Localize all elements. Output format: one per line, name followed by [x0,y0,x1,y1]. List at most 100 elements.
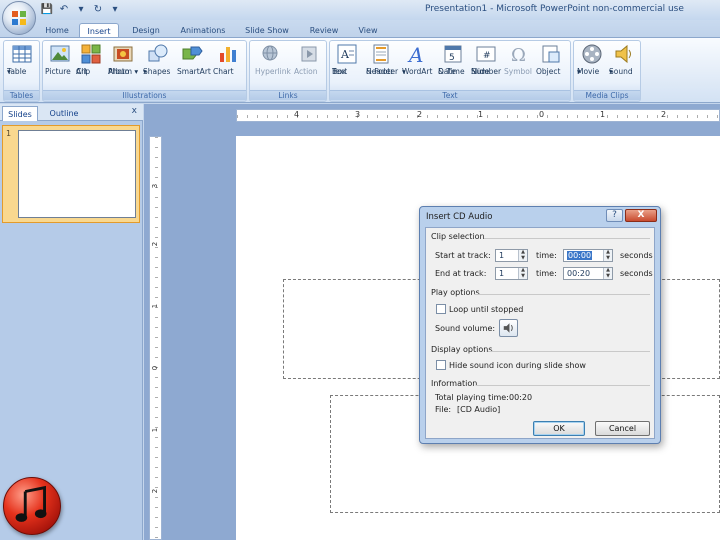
svg-text:A: A [340,48,350,61]
tab-view[interactable]: View [354,23,382,38]
slide-number-icon: # [476,46,496,62]
svg-text:5: 5 [449,53,455,63]
shapes-button[interactable]: Shapes ▾ [143,43,173,76]
sound-button[interactable]: Sound ▾ [609,43,639,76]
close-button[interactable]: X [625,209,657,222]
smartart-button[interactable]: SmartArt [177,43,211,76]
end-seconds-label: seconds [620,269,653,278]
text-box-icon: A [337,44,357,64]
slide-preview [18,130,136,218]
speaker-icon [615,44,631,64]
wordart-button[interactable]: A WordArt ▾ [402,43,432,76]
tab-slides[interactable]: Slides [2,106,38,121]
title-bar: 💾 ↶ ▾ ↻ ▾ Presentation1 - Microsoft Powe… [0,0,720,20]
svg-text:#: # [483,51,491,61]
section-display-options: Display options [431,345,493,354]
chart-icon [220,47,236,62]
action-button[interactable]: Action [294,43,324,76]
tab-animations[interactable]: Animations [177,23,229,38]
date-time-button[interactable]: 5 Date & Time [438,43,468,76]
file-value: [CD Audio] [457,405,501,414]
header-footer-button[interactable]: Header & Footer [366,43,398,76]
start-time-label: time: [536,251,557,260]
help-button[interactable]: ? [606,209,623,222]
hide-icon-checkbox[interactable] [436,360,446,370]
group-label-media-clips: Media Clips [574,90,640,100]
hyperlink-icon [262,45,278,61]
action-icon [301,46,317,62]
omega-icon: Ω [511,45,526,65]
ribbon-tabs: Home Insert Design Animations Slide Show… [0,20,720,38]
end-time-label: time: [536,269,557,278]
group-media-clips: Movie ▾ Sound ▾ Media Clips [573,40,641,102]
header-footer-icon [373,44,389,64]
volume-icon [503,323,513,333]
calendar-icon: 5 [444,45,462,63]
office-logo-icon [12,11,26,25]
loop-checkbox[interactable] [436,304,446,314]
table-icon [12,45,32,63]
tab-review[interactable]: Review [306,23,342,38]
group-text: A Text Box Header & Footer A WordArt ▾ 5… [329,40,571,102]
music-note-glyph [15,485,47,522]
sound-volume-button[interactable] [499,319,518,337]
photo-album-button[interactable]: Photo Album ▾ [108,43,138,76]
undo-dropdown-icon[interactable]: ▾ [74,3,88,16]
spinner-arrows-icon[interactable]: ▲ ▼ [603,267,612,279]
spinner-arrows-icon[interactable]: ▲ ▼ [603,249,612,261]
end-time-spinner[interactable]: 00:20 ▲ ▼ [563,267,613,280]
tab-insert[interactable]: Insert [79,23,119,38]
slide-thumbnail-1[interactable]: 1 [2,125,140,223]
clip-art-icon [81,44,101,64]
start-seconds-label: seconds [620,251,653,260]
music-note-icon [3,477,61,535]
dialog-body: Clip selection Start at track: 1 ▲ ▼ time… [425,227,655,439]
object-icon [542,45,560,63]
group-label-tables: Tables [4,90,39,100]
ribbon: Table ▾ Tables Picture Clip Art Photo Al… [0,37,720,103]
end-track-spinner[interactable]: 1 ▲ ▼ [495,267,528,280]
hyperlink-button[interactable]: Hyperlink [255,43,291,76]
total-time-label: Total playing time: [435,393,509,402]
start-track-label: Start at track: [435,251,491,260]
movie-button[interactable]: Movie ▾ [577,43,607,76]
tab-home[interactable]: Home [42,23,72,38]
quick-access-toolbar: 💾 ↶ ▾ ↻ ▾ [40,3,122,16]
undo-icon[interactable]: ↶ [57,3,71,16]
redo-icon[interactable]: ↻ [91,3,105,16]
tab-outline[interactable]: Outline [42,106,86,121]
object-button[interactable]: Object [536,43,566,76]
text-box-button[interactable]: A Text Box [332,43,362,76]
close-pane-icon[interactable]: x [132,106,137,116]
file-label: File: [435,405,452,414]
group-label-illustrations: Illustrations [43,90,246,100]
end-track-label: End at track: [435,269,487,278]
tab-slide-show[interactable]: Slide Show [242,23,292,38]
spinner-arrows-icon[interactable]: ▲ ▼ [518,267,527,279]
sound-volume-label: Sound volume: [435,324,496,333]
section-information: Information [431,379,478,388]
start-time-spinner[interactable]: 00:00 ▲ ▼ [563,249,613,262]
tab-design[interactable]: Design [128,23,164,38]
customize-icon[interactable]: ▾ [108,3,122,16]
symbol-button[interactable]: Ω Symbol [504,43,534,76]
ok-button[interactable]: OK [533,421,585,436]
table-button[interactable]: Table ▾ [7,43,37,76]
total-time-value: 00:20 [509,393,533,402]
dialog-title: Insert CD Audio [426,212,493,222]
smartart-icon [182,46,203,60]
save-icon[interactable]: 💾 [40,3,54,16]
picture-icon [50,45,70,62]
office-button[interactable] [2,1,36,35]
picture-button[interactable]: Picture [45,43,75,76]
cancel-button[interactable]: Cancel [595,421,650,436]
slide-number-button[interactable]: # Slide Number [471,43,501,76]
group-links: Hyperlink Action Links [249,40,327,102]
group-tables: Table ▾ Tables [3,40,40,102]
spinner-arrows-icon[interactable]: ▲ ▼ [518,249,527,261]
start-track-spinner[interactable]: 1 ▲ ▼ [495,249,528,262]
section-clip-selection: Clip selection [431,232,485,241]
section-play-options: Play options [431,288,480,297]
clip-art-button[interactable]: Clip Art [76,43,106,76]
chart-button[interactable]: Chart [213,43,243,76]
